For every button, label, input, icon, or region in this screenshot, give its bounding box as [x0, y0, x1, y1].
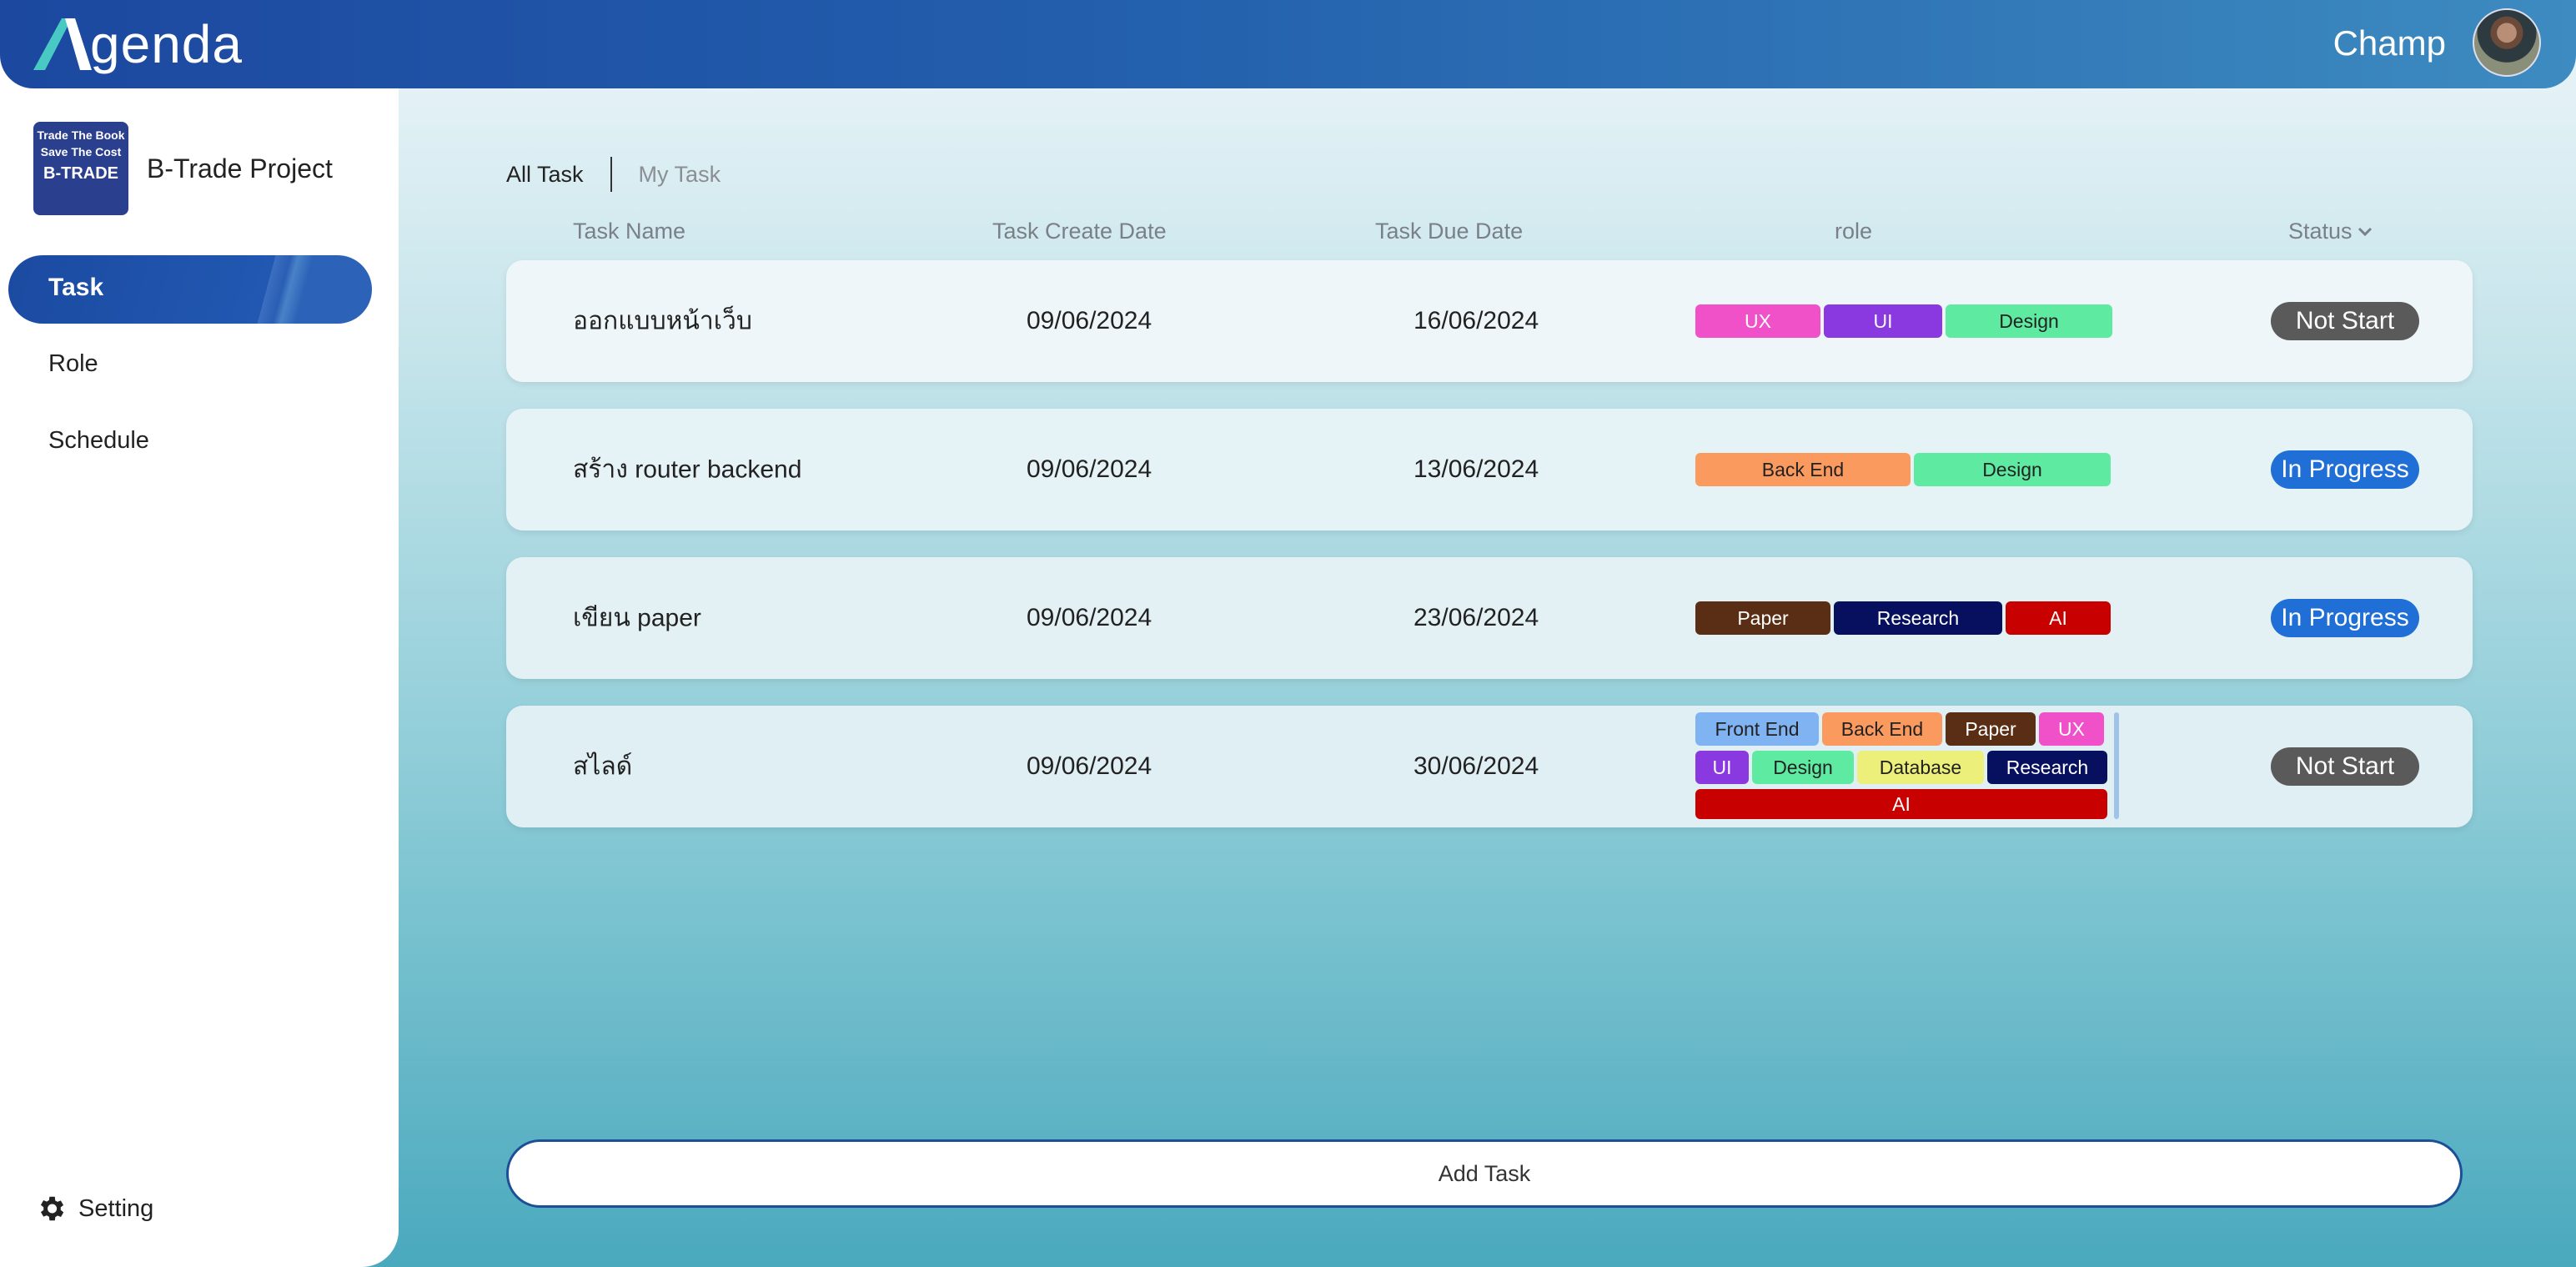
- column-header-status[interactable]: Status: [2288, 219, 2373, 244]
- logo-mark-icon: [33, 18, 92, 70]
- role-chip-design: Design: [1752, 751, 1854, 784]
- role-chip-research: Research: [1987, 751, 2107, 784]
- setting-label: Setting: [78, 1194, 154, 1222]
- column-header-task-name: Task Name: [573, 219, 686, 244]
- role-chip-back-end: Back End: [1822, 712, 1942, 746]
- role-chip-paper: Paper: [1695, 601, 1830, 635]
- tab-my-task[interactable]: My Task: [639, 162, 721, 188]
- role-scrollbar[interactable]: [2114, 712, 2119, 819]
- sidebar-item-task[interactable]: Task: [8, 255, 372, 324]
- role-chips: UX UI Design: [1695, 260, 2121, 382]
- gear-icon: [40, 1196, 64, 1221]
- task-due-date: 16/06/2024: [1414, 307, 1539, 334]
- task-tabs: All Task My Task: [506, 157, 721, 192]
- add-task-button[interactable]: Add Task: [506, 1139, 2463, 1208]
- role-chips[interactable]: Front End Back End Paper UX UI Design Da…: [1695, 706, 2121, 827]
- column-header-due-date: Task Due Date: [1375, 219, 1524, 244]
- role-chip-front-end: Front End: [1695, 712, 1819, 746]
- tab-all-task[interactable]: All Task: [506, 162, 584, 188]
- task-due-date: 23/06/2024: [1414, 604, 1539, 631]
- project-name: B-Trade Project: [147, 153, 333, 184]
- task-name: เขียน paper: [573, 604, 701, 632]
- role-chip-research: Research: [1834, 601, 2002, 635]
- task-due-date: 13/06/2024: [1414, 455, 1539, 483]
- role-chips: Back End Design: [1695, 409, 2121, 530]
- task-row[interactable]: สร้าง router backend 09/06/2024 13/06/20…: [506, 409, 2473, 530]
- column-header-create-date: Task Create Date: [992, 219, 1167, 244]
- project-logo-line-2: Save The Cost: [40, 145, 122, 158]
- project-logo: Trade The Book Save The Cost B-TRADE: [33, 122, 128, 215]
- role-chip-ai: AI: [1695, 789, 2107, 819]
- status-badge: In Progress: [2271, 599, 2419, 637]
- role-chip-ui: UI: [1695, 751, 1749, 784]
- column-header-role: role: [1835, 219, 1873, 244]
- task-name: สร้าง router backend: [573, 455, 802, 484]
- status-badge: Not Start: [2271, 747, 2419, 786]
- app-logo-text: genda: [90, 14, 243, 74]
- task-create-date: 09/06/2024: [1027, 307, 1152, 334]
- project-header[interactable]: Trade The Book Save The Cost B-TRADE B-T…: [33, 122, 333, 215]
- top-header: genda Champ: [0, 0, 2576, 88]
- sidebar-item-role[interactable]: Role: [48, 350, 98, 378]
- task-row[interactable]: เขียน paper 09/06/2024 23/06/2024 Paper …: [506, 557, 2473, 679]
- role-chip-paper: Paper: [1946, 712, 2036, 746]
- status-badge: In Progress: [2271, 450, 2419, 489]
- role-chip-ui: UI: [1824, 304, 1942, 338]
- task-name: ออกแบบหน้าเว็บ: [573, 307, 752, 335]
- role-chip-design: Design: [1946, 304, 2112, 338]
- avatar[interactable]: [2473, 8, 2541, 77]
- role-chip-ux: UX: [2039, 712, 2104, 746]
- project-logo-line-3: B-TRADE: [43, 164, 118, 183]
- task-row[interactable]: ออกแบบหน้าเว็บ 09/06/2024 16/06/2024 UX …: [506, 260, 2473, 382]
- role-chip-ai: AI: [2006, 601, 2111, 635]
- app-logo[interactable]: genda: [33, 8, 243, 80]
- sidebar-item-label: Task: [48, 274, 104, 301]
- user-name[interactable]: Champ: [2333, 23, 2446, 63]
- role-chip-ux: UX: [1695, 304, 1820, 338]
- role-chip-design: Design: [1914, 453, 2111, 486]
- sidebar-item-schedule[interactable]: Schedule: [48, 427, 149, 455]
- role-chip-database: Database: [1857, 751, 1984, 784]
- chevron-down-icon: [2358, 227, 2372, 236]
- project-logo-line-1: Trade The Book: [37, 128, 125, 142]
- tab-divider: [610, 157, 612, 192]
- status-header-label: Status: [2288, 219, 2353, 244]
- role-chip-back-end: Back End: [1695, 453, 1911, 486]
- task-create-date: 09/06/2024: [1027, 604, 1152, 631]
- task-create-date: 09/06/2024: [1027, 752, 1152, 780]
- task-create-date: 09/06/2024: [1027, 455, 1152, 483]
- setting-button[interactable]: Setting: [35, 1193, 153, 1224]
- role-chips: Paper Research AI: [1695, 557, 2121, 679]
- task-due-date: 30/06/2024: [1414, 752, 1539, 780]
- status-badge: Not Start: [2271, 302, 2419, 340]
- task-row[interactable]: สไลด์ 09/06/2024 30/06/2024 Front End Ba…: [506, 706, 2473, 827]
- task-name: สไลด์: [573, 752, 633, 781]
- sidebar: Trade The Book Save The Cost B-TRADE B-T…: [0, 0, 399, 1267]
